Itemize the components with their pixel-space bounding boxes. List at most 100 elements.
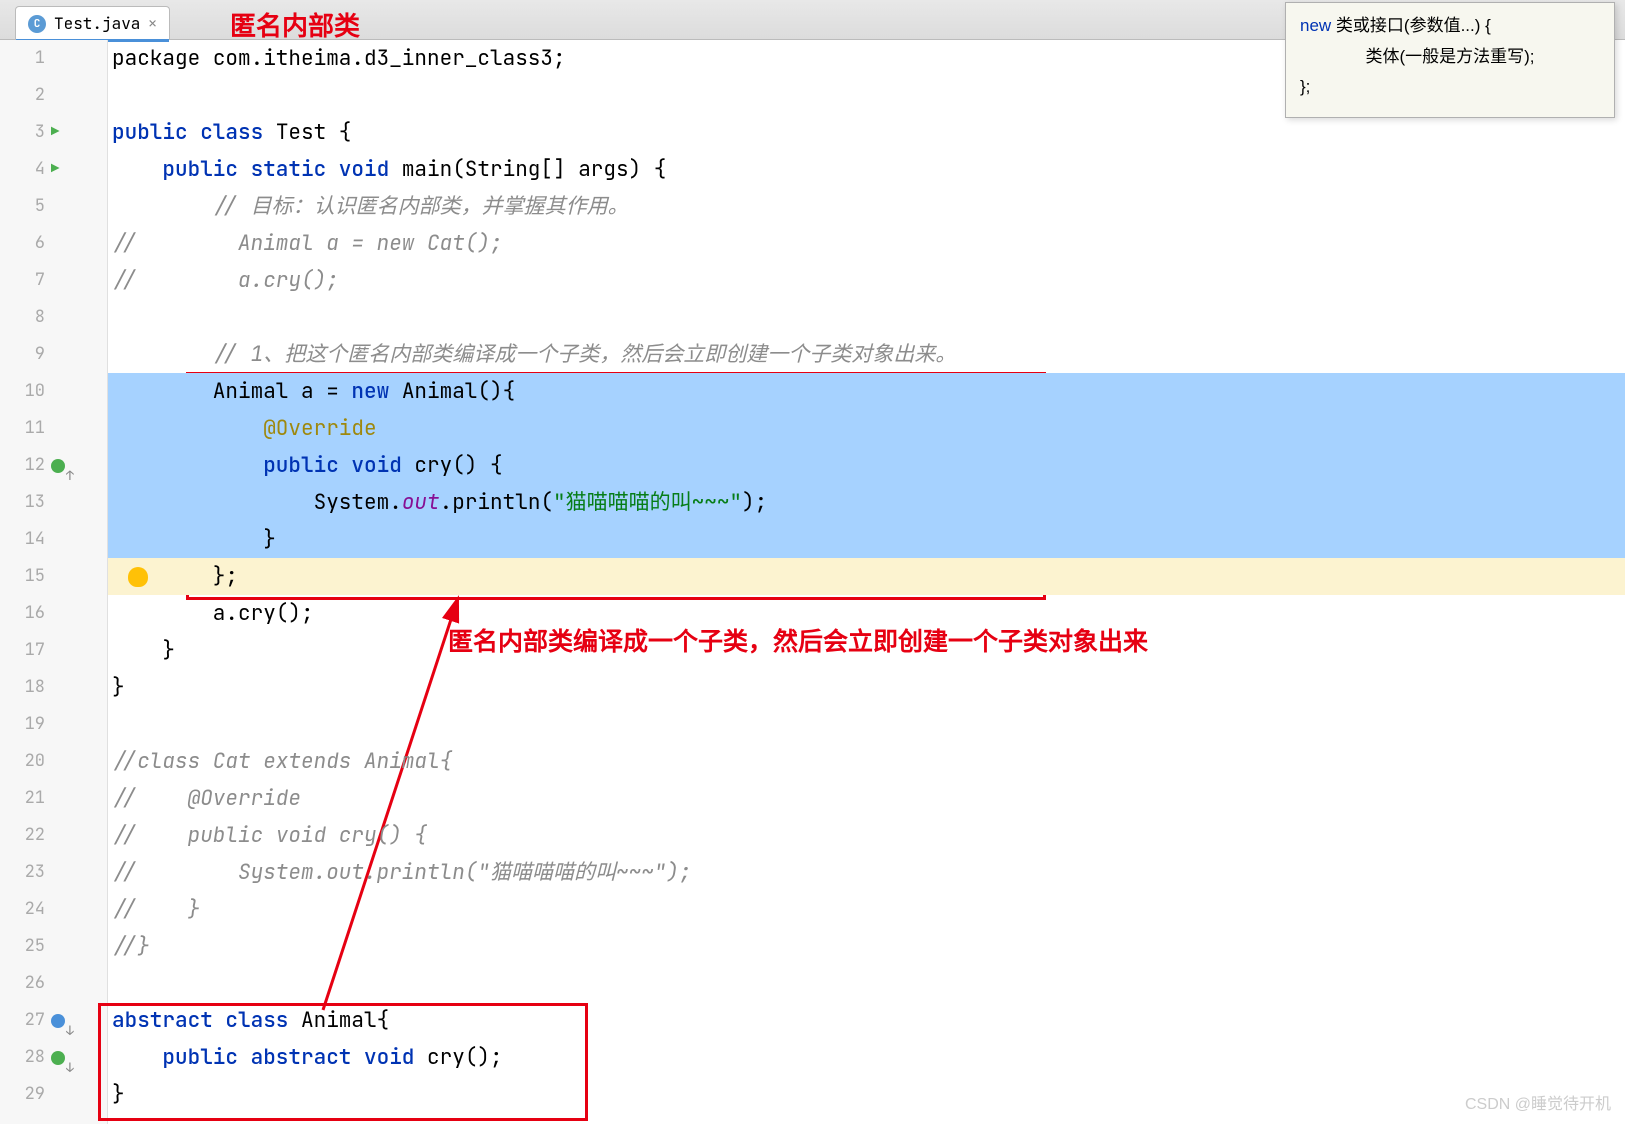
override-up-icon[interactable] [51,459,65,473]
code-line[interactable]: } [108,669,1625,706]
code-token: Animal{ [301,1007,389,1034]
close-icon[interactable]: ✕ [148,15,156,33]
code-token: // 1、把这个匿名内部类编译成一个子类，然后会立即创建一个子类对象出来。 [213,341,956,368]
gutter-line: 12 [0,447,107,484]
gutter-line: 2 [0,77,107,114]
gutter-line: 16 [0,595,107,632]
line-number: 24 [9,891,45,928]
code-token: public abstract void [162,1044,427,1071]
title-annotation: 匿名内部类 [230,6,360,43]
code-line[interactable]: // 1、把这个匿名内部类编译成一个子类，然后会立即创建一个子类对象出来。 [108,336,1625,373]
code-line[interactable]: // public void cry() { [108,817,1625,854]
line-number: 25 [9,928,45,965]
line-number: 16 [9,595,45,632]
implement-down-icon[interactable] [51,1051,65,1065]
code-line[interactable] [108,706,1625,743]
code-token: package [112,45,213,72]
gutter-line: 4▶ [0,151,107,188]
code-line[interactable]: public abstract void cry(); [108,1039,1625,1076]
code-line[interactable]: // System.out.println("猫喵喵喵的叫~~~"); [108,854,1625,891]
line-number: 28 [9,1039,45,1076]
code-line[interactable]: Animal a = new Animal(){ [108,373,1625,410]
override-down-icon[interactable] [51,1014,65,1028]
code-token: Test { [276,119,352,146]
gutter-line: 21 [0,780,107,817]
code-line[interactable]: @Override [108,410,1625,447]
tooltip-line-1: new 类或接口(参数值...) { [1300,11,1600,42]
code-line[interactable]: public void cry() { [108,447,1625,484]
line-number: 18 [9,669,45,706]
line-number: 23 [9,854,45,891]
code-token: .println( [440,489,553,516]
line-number: 15 [9,558,45,595]
tooltip-line-2: 类体(一般是方法重写); [1300,42,1600,73]
line-number: 26 [9,965,45,1002]
code-token: // @Override [112,785,301,812]
code-token [112,452,263,479]
code-token: // Animal a = new Cat(); [112,230,503,257]
code-token: //class Cat extends Animal{ [112,748,452,775]
gutter-line: 25 [0,928,107,965]
gutter-icons [45,1051,99,1065]
code-line[interactable]: } [108,1076,1625,1113]
code-line[interactable]: // Animal a = new Cat(); [108,225,1625,262]
run-icon[interactable]: ▶ [51,151,59,188]
code-line[interactable]: System.out.println("猫喵喵喵的叫~~~"); [108,484,1625,521]
code-token: } [112,637,175,664]
code-line[interactable]: } [108,632,1625,669]
gutter-line: 26 [0,965,107,1002]
gutter-line: 8 [0,299,107,336]
code-token: System. [112,489,402,516]
gutter: 123▶4▶5678910111213141516171819202122232… [0,40,108,1124]
code-token: public class [112,119,276,146]
code-token: @Override [263,415,376,442]
gutter-icons: ▶ [45,114,99,151]
code-token: abstract class [112,1007,301,1034]
code-token: main(String[] args) { [402,156,667,183]
code-token: public static void [162,156,401,183]
code-token: //} [112,933,150,960]
gutter-icons [45,459,99,473]
line-number: 14 [9,521,45,558]
file-tab[interactable]: C Test.java ✕ [15,6,170,40]
gutter-line: 15 [0,558,107,595]
line-number: 10 [9,373,45,410]
code-line[interactable]: a.cry(); [108,595,1625,632]
gutter-line: 24 [0,891,107,928]
code-line[interactable]: public class Test { [108,114,1625,151]
code-line[interactable]: // a.cry(); [108,262,1625,299]
code-area[interactable]: 匿名内部类编译成一个子类，然后会立即创建一个子类对象出来 package com… [108,40,1625,1124]
code-line[interactable] [108,965,1625,1002]
code-line[interactable]: }; [108,558,1625,595]
code-token [112,193,213,220]
code-token: // } [112,896,200,923]
code-line[interactable]: } [108,521,1625,558]
gutter-line: 11 [0,410,107,447]
gutter-icons: ▶ [45,151,99,188]
gutter-line: 3▶ [0,114,107,151]
code-token: cry(); [427,1044,503,1071]
code-token: // 目标：认识匿名内部类，并掌握其作用。 [213,193,629,220]
code-line[interactable]: // @Override [108,780,1625,817]
run-icon[interactable]: ▶ [51,114,59,151]
gutter-line: 22 [0,817,107,854]
line-number: 29 [9,1076,45,1113]
line-number: 4 [9,151,45,188]
code-line[interactable]: // } [108,891,1625,928]
code-line[interactable]: // 目标：认识匿名内部类，并掌握其作用。 [108,188,1625,225]
tooltip-line-3: }; [1300,72,1600,103]
code-token: com.itheima.d3_inner_class3; [213,45,566,72]
line-number: 27 [9,1002,45,1039]
code-token: // a.cry(); [112,267,339,294]
code-token: ); [742,489,767,516]
code-line[interactable]: //class Cat extends Animal{ [108,743,1625,780]
code-line[interactable]: public static void main(String[] args) { [108,151,1625,188]
tab-filename: Test.java [54,13,140,34]
code-line[interactable] [108,299,1625,336]
code-line[interactable]: //} [108,928,1625,965]
intention-bulb-icon[interactable] [128,567,148,587]
gutter-line: 7 [0,262,107,299]
line-number: 1 [9,40,45,77]
editor-area: 123▶4▶5678910111213141516171819202122232… [0,40,1625,1124]
code-line[interactable]: abstract class Animal{ [108,1002,1625,1039]
